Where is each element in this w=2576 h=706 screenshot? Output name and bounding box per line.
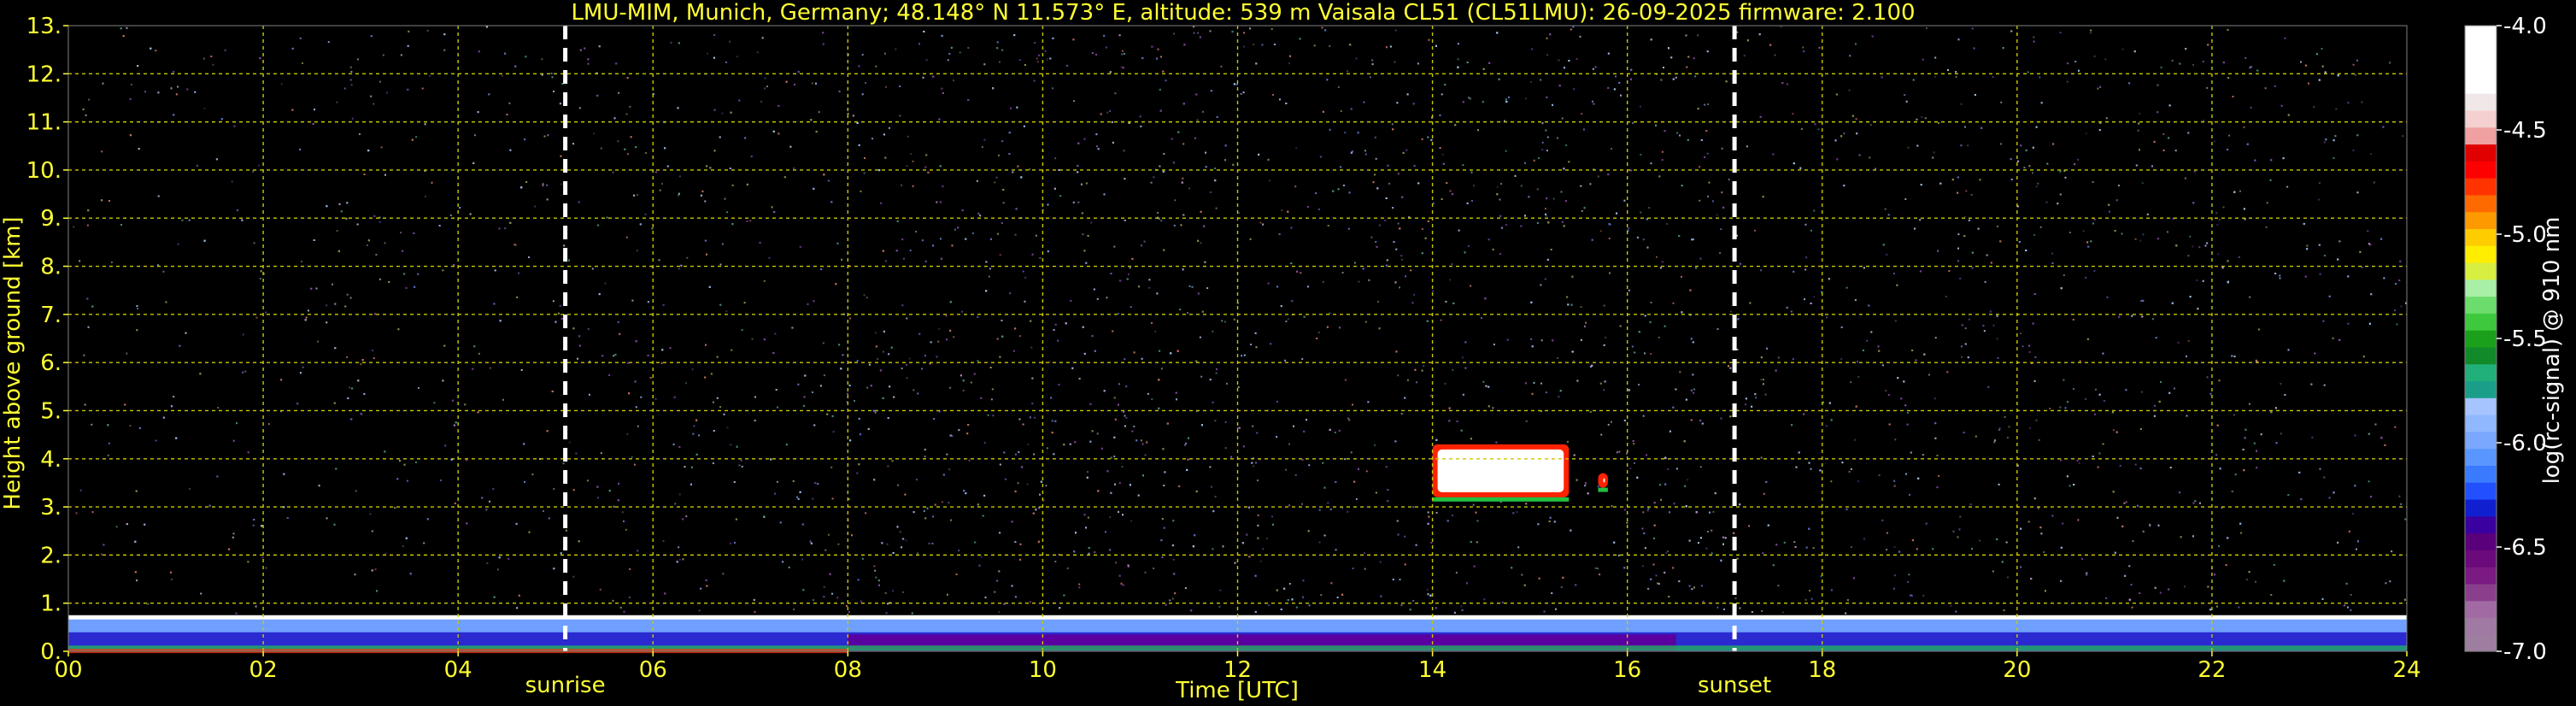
y-tick-label: 5.	[40, 398, 62, 424]
y-tick-label: 11.	[26, 110, 62, 136]
colorbar-band	[2465, 109, 2497, 128]
colorbar-band	[2465, 161, 2497, 179]
colorbar-band	[2465, 380, 2497, 398]
colorbar-band	[2465, 245, 2497, 263]
colorbar-band	[2465, 482, 2497, 500]
y-tick-label: 13.	[26, 14, 62, 39]
colorbar-band	[2465, 600, 2497, 619]
chart-title: LMU-MIM, Munich, Germany; 48.148° N 11.5…	[571, 0, 1915, 26]
y-tick-label: 6.	[40, 350, 62, 376]
y-tick-label: 10.	[26, 158, 62, 184]
colorbar-band	[2465, 567, 2497, 585]
colorbar-band	[2465, 228, 2497, 246]
colorbar-band	[2465, 76, 2497, 94]
colorbar-band	[2465, 515, 2497, 534]
colorbar-band	[2465, 617, 2497, 635]
colorbar-band	[2465, 296, 2497, 314]
colorbar-band	[2465, 178, 2497, 196]
colorbar-band	[2465, 465, 2497, 483]
colorbar-band	[2465, 634, 2497, 652]
x-tick-label: 18	[1808, 657, 1836, 683]
y-tick-label: 2.	[40, 543, 62, 568]
colorbar-band	[2465, 448, 2497, 466]
y-tick-label: 4.	[40, 447, 62, 473]
colorbar-band	[2465, 532, 2497, 550]
x-tick-label: 20	[2003, 657, 2031, 683]
ceilometer-chart: LMU-MIM, Munich, Germany; 48.148° N 11.5…	[0, 0, 2576, 706]
colorbar-tick-label: -7.0	[2503, 639, 2547, 665]
x-tick-label: 16	[1613, 657, 1641, 683]
cloud-2-base	[1598, 487, 1608, 492]
colorbar-band	[2465, 313, 2497, 331]
colorbar-tick-label: -6.5	[2503, 535, 2547, 561]
cloud-2-core	[1603, 478, 1605, 483]
colorbar-band	[2465, 42, 2497, 61]
cloud-2-edge	[1598, 473, 1608, 488]
colorbar-band	[2465, 93, 2497, 111]
x-tick-label: 24	[2392, 657, 2421, 683]
colorbar-band	[2465, 144, 2497, 162]
y-tick-label: 3.	[40, 495, 62, 521]
x-tick-label: 04	[444, 657, 472, 683]
y-tick-label: 8.	[40, 255, 62, 280]
colorbar-band	[2465, 279, 2497, 297]
plot-area	[67, 25, 2408, 654]
x-tick-label: 06	[639, 657, 667, 683]
colorbar-band	[2465, 211, 2497, 229]
colorbar-band	[2465, 59, 2497, 77]
colorbar-band	[2465, 550, 2497, 568]
colorbar-band	[2465, 415, 2497, 432]
colorbar-tick-label: -4.5	[2503, 118, 2547, 144]
y-tick-label: 7.	[40, 303, 62, 328]
sunrise-label: sunrise	[525, 673, 606, 698]
x-axis-label: Time [UTC]	[1175, 678, 1299, 703]
sunset-label: sunset	[1698, 673, 1771, 698]
colorbar-tick-label: -4.0	[2503, 14, 2547, 39]
cloud-1-base	[1432, 497, 1570, 502]
colorbar-band	[2465, 26, 2497, 44]
colorbar-band	[2465, 583, 2497, 602]
cloud-1-core	[1437, 449, 1564, 492]
y-tick-label: 12.	[26, 62, 62, 87]
colorbar-band	[2465, 126, 2497, 145]
x-tick-label: 22	[2198, 657, 2226, 683]
colorbar-band	[2465, 330, 2497, 348]
x-tick-label: 08	[834, 657, 862, 683]
colorbar-band	[2465, 431, 2497, 450]
colorbar-bands	[2465, 26, 2497, 652]
colorbar-band	[2465, 397, 2497, 415]
colorbar-band	[2465, 194, 2497, 213]
colorbar-label: log(rc-signal) @ 910 nm	[2539, 217, 2565, 485]
y-tick-label: 1.	[40, 591, 62, 617]
y-axis-label: Height above ground [km]	[0, 216, 26, 509]
colorbar-band	[2465, 363, 2497, 382]
x-tick-label: 02	[249, 657, 278, 683]
colorbar-band	[2465, 498, 2497, 517]
x-tick-label: 10	[1029, 657, 1057, 683]
plot-background	[68, 26, 2407, 651]
y-tick-label: 9.	[40, 206, 62, 232]
colorbar-band	[2465, 346, 2497, 365]
x-tick-label: 14	[1418, 657, 1446, 683]
y-tick-label: 0.	[40, 639, 62, 665]
colorbar-band	[2465, 262, 2497, 280]
